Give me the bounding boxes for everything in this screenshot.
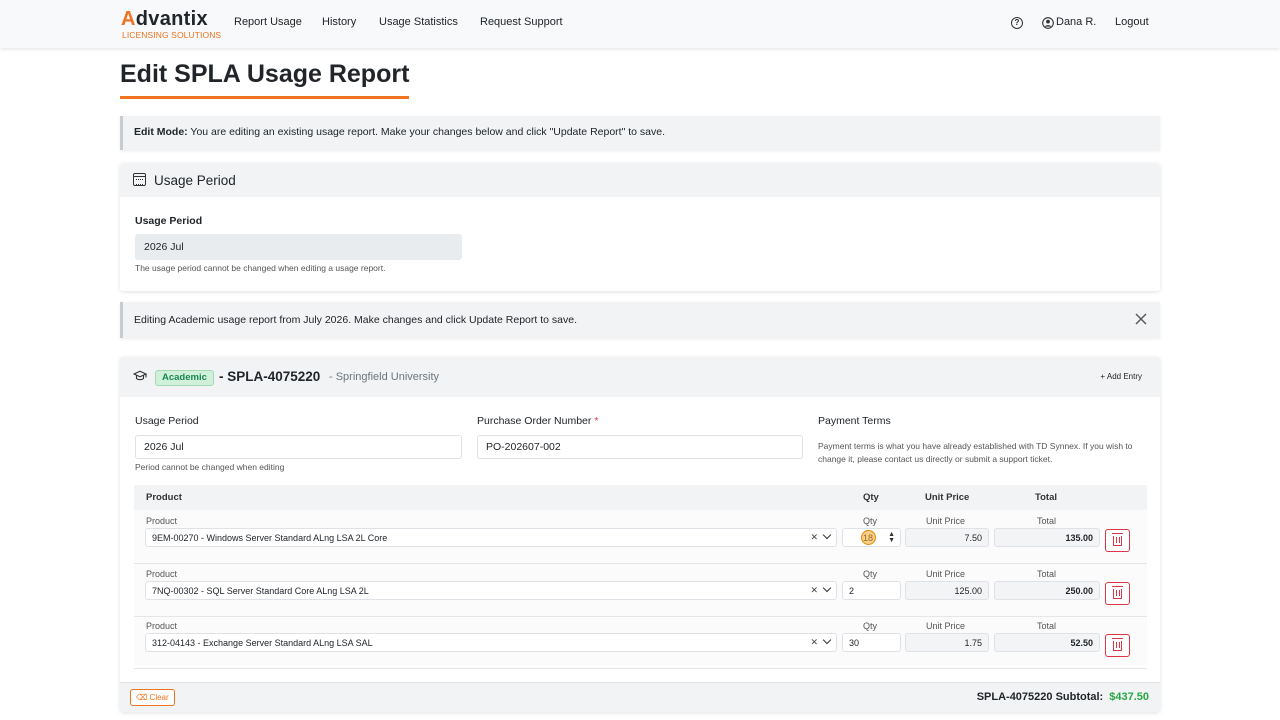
clear-selection-icon[interactable]: ✕: [810, 637, 818, 647]
product-row: Product Qty Unit Price Total 312-04143 -…: [134, 617, 1147, 669]
product-select-value: 7NQ-00302 - SQL Server Standard Core ALn…: [152, 585, 369, 596]
logo-text: dvantix: [135, 8, 208, 30]
trash-icon: [1112, 585, 1123, 599]
col-total: Total: [1035, 492, 1057, 503]
unit-price-label: Unit Price: [926, 621, 966, 631]
report-card: Academic - SPLA-4075220 - Springfield Un…: [120, 357, 1160, 712]
user-circle-icon: [1042, 17, 1054, 29]
total-field: 250.00: [994, 581, 1100, 600]
usage-period-field: 2026 Jul: [135, 234, 462, 260]
clear-selection-icon[interactable]: ✕: [810, 532, 818, 542]
qty-label: Qty: [863, 516, 878, 526]
close-icon[interactable]: [1134, 312, 1148, 326]
product-select-value: 9EM-00270 - Windows Server Standard ALng…: [152, 532, 388, 543]
unit-price-field: 1.75: [905, 633, 989, 652]
unit-price-field: 7.50: [905, 528, 989, 547]
usage-period-header: Usage Period: [120, 163, 1160, 197]
subtotal-label: SPLA-4075220 Subtotal:: [976, 691, 1104, 703]
product-select-value: 312-04143 - Exchange Server Standard ALn…: [152, 637, 373, 648]
product-label: Product: [146, 621, 178, 631]
delete-row-button[interactable]: [1105, 634, 1130, 657]
unit-price-label: Unit Price: [926, 516, 966, 526]
unit-price-label: Unit Price: [926, 569, 966, 579]
clear-button[interactable]: ⌫ Clear: [130, 689, 175, 706]
edit-mode-alert: Edit Mode: You are editing an existing u…: [120, 116, 1160, 150]
qty-label: Qty: [863, 621, 878, 631]
products-table: Product Qty Unit Price Total Product Qty…: [134, 485, 1147, 669]
edit-mode-text: You are editing an existing usage report…: [187, 126, 665, 138]
qty-label: Qty: [863, 569, 878, 579]
chevron-down-icon[interactable]: [822, 635, 832, 645]
nav-request-support[interactable]: Request Support: [480, 16, 563, 28]
nav-usage-statistics[interactable]: Usage Statistics: [379, 16, 458, 28]
qty-input[interactable]: 18 ▲▼: [842, 528, 901, 547]
product-row: Product Qty Unit Price Total 9EM-00270 -…: [134, 512, 1147, 564]
required-marker: *: [594, 415, 599, 427]
col-product: Product: [146, 492, 182, 503]
total-label: Total: [1037, 621, 1057, 631]
usage-period-hint: Period cannot be changed when editing: [135, 462, 285, 472]
advantix-logo[interactable]: Advantix LICENSING SOLUTIONS: [121, 8, 221, 42]
payment-terms-label: Payment Terms: [818, 415, 891, 427]
add-entry-button[interactable]: + Add Entry: [1100, 372, 1142, 381]
navbar: Advantix LICENSING SOLUTIONS Report Usag…: [0, 0, 1280, 48]
product-label: Product: [146, 516, 178, 526]
col-unit-price: Unit Price: [925, 492, 970, 503]
logo-subtitle: LICENSING SOLUTIONS: [122, 30, 222, 40]
product-row: Product Qty Unit Price Total 7NQ-00302 -…: [134, 565, 1147, 617]
title-underline: [120, 96, 409, 99]
total-field: 52.50: [994, 633, 1100, 652]
product-select[interactable]: 312-04143 - Exchange Server Standard ALn…: [145, 633, 837, 652]
usage-period-title: Usage Period: [154, 173, 236, 188]
delete-row-button[interactable]: [1105, 582, 1130, 605]
trash-icon: [1112, 532, 1123, 546]
usage-period-hint: The usage period cannot be changed when …: [135, 263, 386, 273]
po-number-label: Purchase Order Number *: [477, 415, 599, 427]
editing-info-text: Editing Academic usage report from July …: [134, 314, 577, 326]
qty-stepper-icon[interactable]: ▲ ▼: [888, 531, 895, 544]
subtotal: SPLA-4075220 Subtotal: $437.50: [977, 691, 1149, 703]
customer-name: - Springfield University: [329, 371, 440, 383]
calendar-icon: [133, 173, 146, 186]
chevron-down-icon[interactable]: [822, 583, 832, 593]
total-label: Total: [1037, 569, 1057, 579]
product-select[interactable]: 9EM-00270 - Windows Server Standard ALng…: [145, 528, 837, 547]
col-qty: Qty: [863, 492, 879, 503]
logo-letter: A: [121, 8, 136, 30]
products-table-header: Product Qty Unit Price Total: [134, 485, 1147, 510]
qty-input[interactable]: 30: [842, 633, 901, 652]
payment-terms-text: Payment terms is what you have already e…: [818, 441, 1133, 464]
trash-icon: [1112, 637, 1123, 651]
report-card-footer: ⌫ Clear SPLA-4075220 Subtotal: $437.50: [120, 682, 1160, 712]
usage-period-input: 2026 Jul: [135, 435, 462, 459]
editing-info-alert: Editing Academic usage report from July …: [120, 302, 1160, 338]
usage-period-card: Usage Period Usage Period 2026 Jul The u…: [120, 163, 1160, 291]
graduation-cap-icon: [133, 370, 147, 381]
cursor-indicator: [861, 530, 876, 545]
po-number-input[interactable]: PO-202607-002: [477, 435, 803, 459]
delete-row-button[interactable]: [1105, 529, 1130, 552]
unit-price-field: 125.00: [905, 581, 989, 600]
page-title: Edit SPLA Usage Report: [120, 60, 410, 88]
product-label: Product: [146, 569, 178, 579]
total-field: 135.00: [994, 528, 1100, 547]
edit-mode-label: Edit Mode:: [134, 126, 188, 138]
nav-report-usage[interactable]: Report Usage: [234, 16, 302, 28]
clear-selection-icon[interactable]: ✕: [810, 585, 818, 595]
spla-number: - SPLA-4075220: [219, 369, 321, 384]
product-select[interactable]: 7NQ-00302 - SQL Server Standard Core ALn…: [145, 581, 837, 600]
help-icon[interactable]: ?: [1011, 17, 1023, 29]
report-card-header: Academic - SPLA-4075220 - Springfield Un…: [120, 357, 1160, 397]
chevron-down-icon[interactable]: [822, 530, 832, 540]
subtotal-value: $437.50: [1109, 691, 1149, 703]
user-menu[interactable]: Dana R.: [1056, 16, 1096, 28]
logout-link[interactable]: Logout: [1115, 16, 1149, 28]
qty-input[interactable]: 2: [842, 581, 901, 600]
total-label: Total: [1037, 516, 1057, 526]
usage-period-label: Usage Period: [135, 415, 199, 427]
academic-badge: Academic: [155, 370, 214, 386]
usage-period-label: Usage Period: [135, 215, 203, 227]
nav-history[interactable]: History: [322, 16, 356, 28]
